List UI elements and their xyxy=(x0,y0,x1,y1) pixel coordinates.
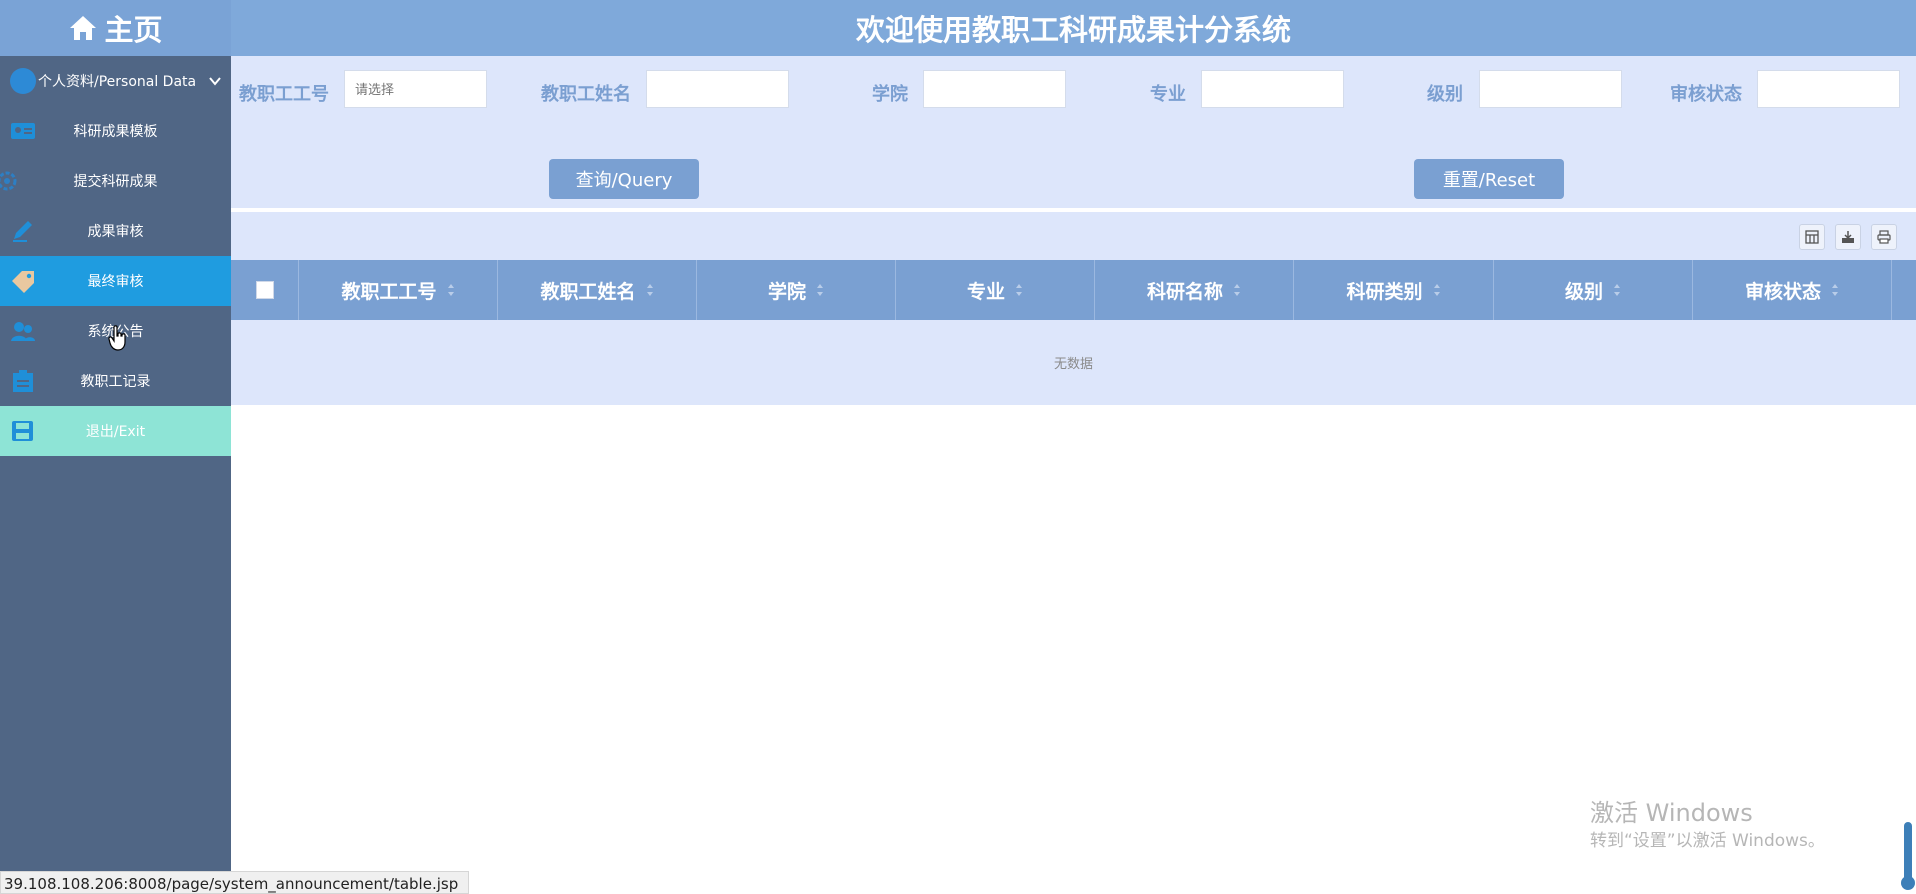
sort-icon xyxy=(1016,284,1022,296)
empty-table-message: 无数据 xyxy=(1053,357,1093,372)
sort-icon xyxy=(447,284,454,296)
table-body: 无数据 xyxy=(231,320,1916,405)
home-icon xyxy=(70,16,97,40)
profile-label: 个人资料/Personal Data xyxy=(38,74,197,90)
home-label: 主页 xyxy=(104,13,163,47)
staff-id-label: 教职工工号 xyxy=(239,84,329,105)
column-label: 专业 xyxy=(966,280,1005,303)
hand-cursor-icon xyxy=(108,325,126,351)
column-header-major[interactable]: 专业 xyxy=(896,260,1095,320)
document-icon xyxy=(13,370,33,392)
sort-icon xyxy=(1234,284,1240,296)
column-header-level[interactable]: 级别 xyxy=(1494,260,1693,320)
sort-icon xyxy=(646,284,653,296)
id-card-icon xyxy=(11,123,35,139)
column-header-staff-id[interactable]: 教职工工号 xyxy=(299,260,498,320)
review-status-input[interactable] xyxy=(1757,70,1900,108)
college-label: 学院 xyxy=(872,84,908,105)
column-header-research-category[interactable]: 科研类别 xyxy=(1294,260,1494,320)
print-icon xyxy=(1877,230,1891,244)
profile-menu[interactable]: 个人资料/Personal Data xyxy=(0,56,231,106)
college-input[interactable] xyxy=(923,70,1066,108)
sidebar-item-result-review[interactable]: 成果审核 xyxy=(0,206,231,256)
activation-watermark-title: 激活 Windows xyxy=(1590,799,1753,827)
sort-icon xyxy=(1832,284,1838,296)
status-bar-url: 39.108.108.206:8008/page/system_announce… xyxy=(0,871,470,894)
major-label: 专业 xyxy=(1150,84,1186,105)
home-link[interactable]: 主页 xyxy=(0,0,231,56)
column-header-review-status[interactable]: 审核状态 xyxy=(1693,260,1892,320)
sidebar-item-submit-research[interactable]: 提交科研成果 xyxy=(0,156,231,206)
sidebar-item-label: 退出/Exit xyxy=(85,424,146,440)
tag-icon xyxy=(12,271,34,293)
chevron-down-icon xyxy=(209,77,221,86)
sidebar-item-label: 教职工记录 xyxy=(80,374,151,390)
table-toolbar xyxy=(231,212,1916,260)
sidebar-item-label: 成果审核 xyxy=(87,224,144,240)
column-header-college[interactable]: 学院 xyxy=(697,260,896,320)
columns-button[interactable] xyxy=(1799,224,1825,250)
column-label: 教职工工号 xyxy=(341,280,437,303)
pencil-icon xyxy=(13,221,32,242)
column-header-research-name[interactable]: 科研名称 xyxy=(1095,260,1294,320)
select-all-checkbox[interactable] xyxy=(255,281,274,299)
staff-name-label: 教职工姓名 xyxy=(541,84,631,105)
search-panel: 教职工工号 教职工姓名 学院 专业 级别 审核状态 查询/Query 重置/Re… xyxy=(231,56,1916,210)
sidebar-item-label: 科研成果模板 xyxy=(73,124,158,140)
column-label: 学院 xyxy=(767,280,806,303)
sidebar-item-final-review[interactable]: 最终审核 xyxy=(0,256,231,306)
level-input[interactable] xyxy=(1479,70,1622,108)
query-button[interactable]: 查询/Query xyxy=(549,159,699,199)
sort-icon xyxy=(1614,284,1620,296)
column-label: 科研名称 xyxy=(1146,280,1223,303)
staff-name-input[interactable] xyxy=(646,70,789,108)
sidebar-item-label: 最终审核 xyxy=(87,274,144,290)
users-icon xyxy=(11,322,35,341)
avatar xyxy=(10,68,36,94)
sidebar-item-staff-records[interactable]: 教职工记录 xyxy=(0,356,231,406)
reset-button[interactable]: 重置/Reset xyxy=(1414,159,1564,199)
scrollbar-handle[interactable] xyxy=(1901,876,1915,890)
sort-icon xyxy=(1433,284,1440,296)
scrollbar-thumb[interactable] xyxy=(1904,822,1912,882)
column-label: 审核状态 xyxy=(1744,280,1821,303)
sort-icon xyxy=(817,284,823,296)
page-title: 欢迎使用教职工科研成果计分系统 xyxy=(855,13,1291,47)
column-label: 级别 xyxy=(1564,280,1603,303)
review-status-label: 审核状态 xyxy=(1670,84,1742,105)
activation-watermark-subtitle: 转到“设置”以激活 Windows。 xyxy=(1590,831,1825,851)
major-input[interactable] xyxy=(1201,70,1344,108)
level-label: 级别 xyxy=(1427,84,1463,105)
print-button[interactable] xyxy=(1871,224,1897,250)
column-label: 科研类别 xyxy=(1346,280,1423,303)
table-header: 教职工工号 教职工姓名 学院 专业 科研名称 科研类别 级别 审核状态 xyxy=(231,260,1916,320)
select-all-cell xyxy=(231,260,299,320)
save-icon xyxy=(12,421,33,441)
page-header: 欢迎使用教职工科研成果计分系统 xyxy=(231,0,1916,56)
staff-id-input[interactable] xyxy=(344,70,487,108)
columns-icon xyxy=(1805,230,1819,244)
gear-icon xyxy=(0,171,17,191)
sidebar-item-research-template[interactable]: 科研成果模板 xyxy=(0,106,231,156)
export-button[interactable] xyxy=(1835,224,1861,250)
sidebar-item-label: 提交科研成果 xyxy=(73,174,158,190)
column-label: 教职工姓名 xyxy=(540,280,636,303)
export-icon xyxy=(1842,231,1854,243)
column-header-staff-name[interactable]: 教职工姓名 xyxy=(498,260,697,320)
sidebar-item-exit[interactable]: 退出/Exit xyxy=(0,406,231,456)
sidebar: 主页 个人资料/Personal Data 科研成果模板 提交科研成果 成果审核 xyxy=(0,0,231,894)
